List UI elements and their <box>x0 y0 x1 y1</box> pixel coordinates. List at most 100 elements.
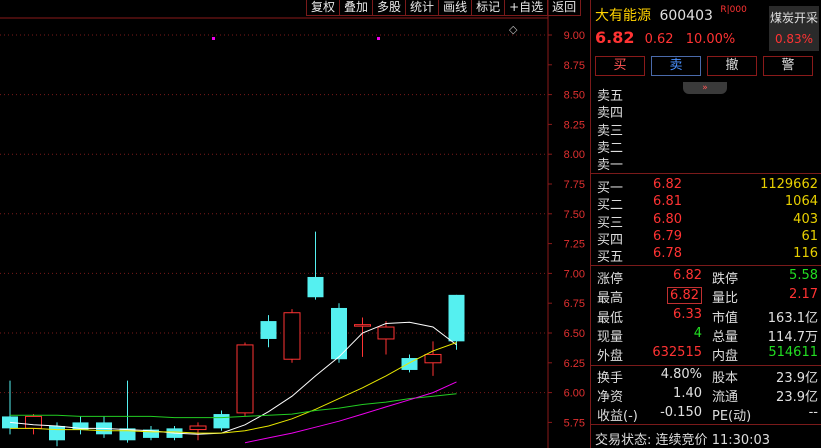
stat-value: 23.9亿 <box>776 390 818 405</box>
level-price: 6.82 <box>653 177 682 192</box>
last-price: 6.82 <box>595 28 635 47</box>
sector-name: 煤炭开采 <box>769 11 818 25</box>
ask-row[interactable]: 卖三 <box>591 120 821 139</box>
stat-label: PE(动) <box>712 409 752 424</box>
level-label: 卖二 <box>597 140 624 156</box>
ask-row[interactable]: 卖五 <box>591 85 821 104</box>
bid-row[interactable]: 买三 6.80 403 <box>591 211 821 231</box>
stat-value: 6.33 <box>673 306 702 322</box>
stat-value: -0.150 <box>660 405 702 420</box>
toolbar-button[interactable]: 标记 <box>472 0 506 16</box>
stat-item: 净资 1.40 <box>597 386 702 405</box>
buy-button[interactable]: 买 <box>595 56 645 76</box>
signal-dot <box>377 37 380 40</box>
stock-header: 大有能源 600403 R|000 <box>595 5 747 25</box>
status-divider <box>591 424 821 425</box>
level-label: 卖三 <box>597 123 624 139</box>
kline-chart[interactable]: 9.00 8.75 8.50 8.25 8.00 7.75 7.50 7.25 7.00 6.75… <box>0 0 590 448</box>
level-label: 买三 <box>597 215 624 231</box>
level-label: 买一 <box>597 181 624 196</box>
stat-label: 外盘 <box>597 349 624 365</box>
toolbar-button[interactable]: 叠加 <box>340 0 374 16</box>
stat-value: 632515 <box>652 345 702 361</box>
toolbar-button[interactable]: 多股 <box>373 0 407 16</box>
stat-value: 163.1亿 <box>767 310 818 326</box>
candle-body <box>307 276 324 298</box>
stats-divider <box>591 265 821 266</box>
signal-dot <box>212 37 215 40</box>
stat-item: 外盘 632515 <box>597 345 702 365</box>
stat-label: 流通 <box>712 390 739 405</box>
stat-item: 收益(-) -0.150 <box>597 405 702 424</box>
bid-row[interactable]: 买二 6.81 1064 <box>591 194 821 213</box>
trade-status-label: 交易状态: <box>595 433 652 448</box>
ask-row[interactable]: 卖二 <box>591 137 821 156</box>
stat-item: 总量 114.7万 <box>712 326 818 345</box>
level-volume: 1129662 <box>760 177 818 192</box>
stat-value: 114.7万 <box>767 329 818 345</box>
candle-body <box>260 321 277 339</box>
kline-chart-svg[interactable]: 9.00 8.75 8.50 8.25 8.00 7.75 7.50 7.25 7.00 6.75… <box>0 0 590 448</box>
stat-value: -- <box>808 405 818 420</box>
level-price: 6.79 <box>653 228 682 244</box>
stat-label: 涨停 <box>597 272 624 287</box>
toolbar-button[interactable]: +自选 <box>505 0 549 16</box>
toolbar-button[interactable]: 复权 <box>306 0 341 16</box>
stat-value: 2.17 <box>789 287 818 303</box>
stat-label: 最低 <box>597 310 624 326</box>
stat-value: 6.82 <box>667 287 702 305</box>
sector-badge[interactable]: 煤炭开采 0.83% <box>769 6 819 51</box>
stat-value: 5.58 <box>789 268 818 283</box>
sell-button[interactable]: 卖 <box>651 56 701 76</box>
stat-value: 514611 <box>768 345 818 361</box>
stat-label: 收益(-) <box>597 409 638 424</box>
stock-code: 600403 <box>659 8 713 24</box>
moving-average-line <box>244 381 457 444</box>
stat-value: 23.9亿 <box>776 371 818 386</box>
stat-value: 4.80% <box>660 367 702 382</box>
level-volume: 61 <box>801 228 818 244</box>
candle-body <box>213 414 230 429</box>
stat-label: 最高 <box>597 291 624 307</box>
stat-item: 流通 23.9亿 <box>712 386 818 405</box>
toolbar-button[interactable]: 统计 <box>406 0 440 16</box>
stats-divider-2 <box>591 365 821 366</box>
stat-label: 量比 <box>712 291 739 307</box>
price-tick-label: 7.00 <box>564 268 585 280</box>
stat-value: 6.82 <box>673 268 702 283</box>
stat-label: 股本 <box>712 371 739 386</box>
level-volume: 403 <box>793 211 818 227</box>
stock-tag: R|000 <box>720 5 747 15</box>
bid-row[interactable]: 买五 6.78 116 <box>591 246 821 265</box>
alert-button[interactable]: 警 <box>763 56 813 76</box>
ask-row[interactable]: 卖一 <box>591 154 821 173</box>
stat-label: 跌停 <box>712 272 739 287</box>
price-tick-label: 7.25 <box>564 239 585 251</box>
candle-body <box>236 344 254 414</box>
price-tick-label: 7.50 <box>564 209 585 221</box>
price-tick-label: 6.50 <box>564 328 585 340</box>
toolbar-button[interactable]: 返回 <box>548 0 582 16</box>
price-tick-label: 7.75 <box>564 179 585 191</box>
candle-body <box>448 294 465 342</box>
candle-body <box>354 324 371 327</box>
stat-item: 现量 4 <box>597 326 702 345</box>
moving-average-line <box>10 342 457 434</box>
trade-status-value: 连续竞价 <box>655 433 708 448</box>
ask-row[interactable]: 卖四 <box>591 102 821 121</box>
toolbar-button[interactable]: 画线 <box>439 0 473 16</box>
bid-row[interactable]: 买四 6.79 61 <box>591 228 821 248</box>
chart-toolbar: 复权 叠加 多股 统计 画线 标记 +自选 返回 <box>306 0 582 16</box>
trade-status-time: 11:30:03 <box>711 433 771 448</box>
level-price: 6.78 <box>653 246 682 262</box>
candle-body <box>424 353 442 364</box>
stat-item: 最低 6.33 <box>597 306 702 326</box>
cancel-order-button[interactable]: 撤 <box>707 56 757 76</box>
trade-buttons: 买 卖 撤 警 <box>595 56 819 76</box>
stat-item: PE(动) -- <box>712 405 818 424</box>
diamond-icon: ◇ <box>509 23 518 36</box>
price-row: 6.82 0.62 10.00% <box>595 28 735 47</box>
bid-row[interactable]: 买一 6.82 1129662 <box>591 177 821 196</box>
stat-item: 市值 163.1亿 <box>712 307 818 326</box>
price-tick-label: 8.25 <box>564 119 585 131</box>
